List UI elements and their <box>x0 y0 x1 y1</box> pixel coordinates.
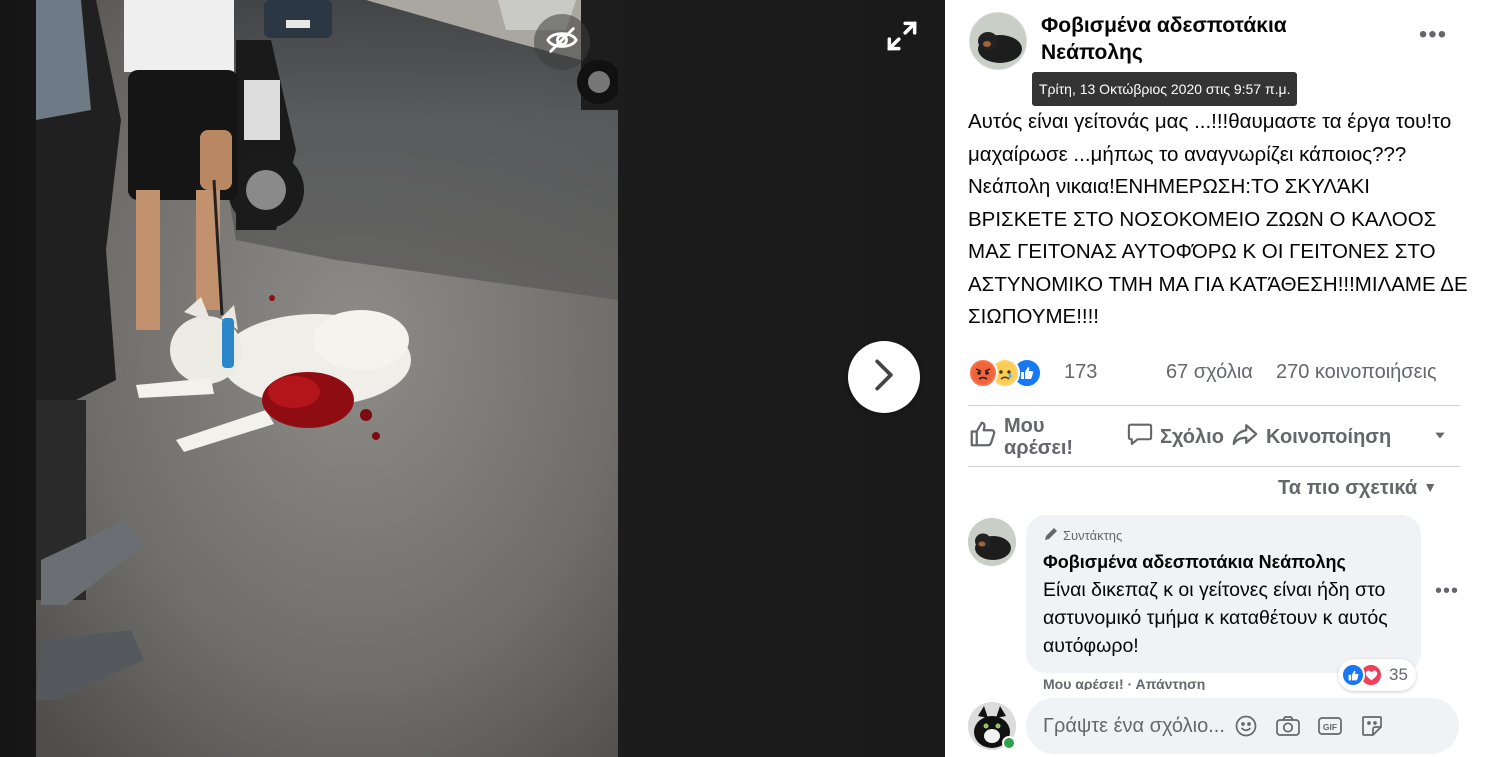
like-button[interactable]: Μου αρέσει! <box>968 408 1088 466</box>
comments-count-link[interactable]: 67 σχόλια <box>1166 361 1253 384</box>
post-actions: Μου αρέσει! Σχόλιο Κοινοποίηση <box>968 408 1460 466</box>
chevron-down-icon: ▼ <box>1423 479 1438 495</box>
reaction-count[interactable]: 173 <box>1064 361 1097 384</box>
online-status-dot <box>1002 736 1016 750</box>
comment-like-link[interactable]: Μου αρέσει! <box>1043 676 1124 690</box>
reactions-bar: 173 67 σχόλια 270 κοινοποιήσεις <box>968 355 1464 391</box>
like-icon <box>1341 663 1365 687</box>
share-label: Κοινοποίηση <box>1266 426 1392 448</box>
comment-icon <box>1126 420 1160 454</box>
comment-sort-dropdown[interactable]: Τα πιο σχετικά ▼ <box>1278 477 1437 500</box>
comment-label: Σχόλιο <box>1160 426 1224 448</box>
comment-bubble: Συντάκτης Φοβισμένα αδεσποτάκια Νεάπολης… <box>1026 515 1421 673</box>
eye-off-icon <box>545 23 579 62</box>
angry-icon <box>968 358 998 388</box>
photo-viewer <box>0 0 945 757</box>
comment-reply-link[interactable]: Απάντηση <box>1136 676 1206 690</box>
post-text: Αυτός είναι γείτονάς μας ...!!!θαυμαστε … <box>968 110 1468 328</box>
comment-links: Μου αρέσει! · Απάντηση <box>1043 676 1206 690</box>
divider <box>968 466 1460 467</box>
author-badge-label: Συντάκτης <box>1063 527 1123 543</box>
reaction-icons[interactable] <box>968 358 1042 388</box>
chevron-right-icon <box>871 358 897 397</box>
photo-image <box>36 0 618 757</box>
expand-button[interactable] <box>876 12 928 64</box>
comment-composer: GIF <box>1026 698 1459 754</box>
author-badge: Συντάκτης <box>1043 525 1404 545</box>
page-name-link[interactable]: Φοβισμένα αδεσποτάκια Νεάπολης <box>1041 12 1341 66</box>
comment-reaction-count: 35 <box>1389 665 1408 684</box>
gif-icon[interactable]: GIF <box>1316 712 1344 740</box>
page-avatar[interactable] <box>969 12 1027 70</box>
comment-reactions[interactable]: 35 <box>1338 659 1416 691</box>
divider <box>968 405 1460 406</box>
share-button[interactable]: Κοινοποίηση <box>1230 408 1391 466</box>
sort-label: Τα πιο σχετικά <box>1278 477 1418 499</box>
shares-count-link[interactable]: 270 κοινοποιήσεις <box>1276 361 1437 384</box>
comment-button[interactable]: Σχόλιο <box>1126 408 1224 466</box>
like-label: Μου αρέσει! <box>1004 415 1074 459</box>
pencil-icon <box>1043 526 1059 545</box>
svg-text:GIF: GIF <box>1323 722 1337 732</box>
next-photo-button[interactable] <box>848 341 920 413</box>
thumbs-up-icon <box>968 419 1004 455</box>
sticker-icon[interactable] <box>1358 712 1386 740</box>
post-options-icon[interactable]: ••• <box>1415 23 1451 54</box>
post-photo[interactable] <box>36 0 618 757</box>
comment-author-avatar[interactable] <box>968 518 1016 566</box>
expand-icon <box>883 17 921 60</box>
comment-options-icon[interactable]: ••• <box>1435 580 1459 603</box>
hide-photo-button[interactable] <box>534 14 590 70</box>
timestamp-tooltip: Τρίτη, 13 Οκτώβριος 2020 στις 9:57 π.μ. <box>1032 72 1298 106</box>
share-icon <box>1230 419 1266 455</box>
post-panel: Φοβισμένα αδεσποτάκια Νεάπολης ••• Τρίτη… <box>945 0 1488 757</box>
comment-text: Είναι δικεπαζ κ οι γείτονες είναι ήδη στ… <box>1043 579 1388 657</box>
audience-dropdown-icon[interactable] <box>1433 428 1447 442</box>
camera-icon[interactable] <box>1274 712 1302 740</box>
emoji-icon[interactable] <box>1232 712 1260 740</box>
comment-author-name[interactable]: Φοβισμένα αδεσποτάκια Νεάπολης <box>1043 551 1404 573</box>
